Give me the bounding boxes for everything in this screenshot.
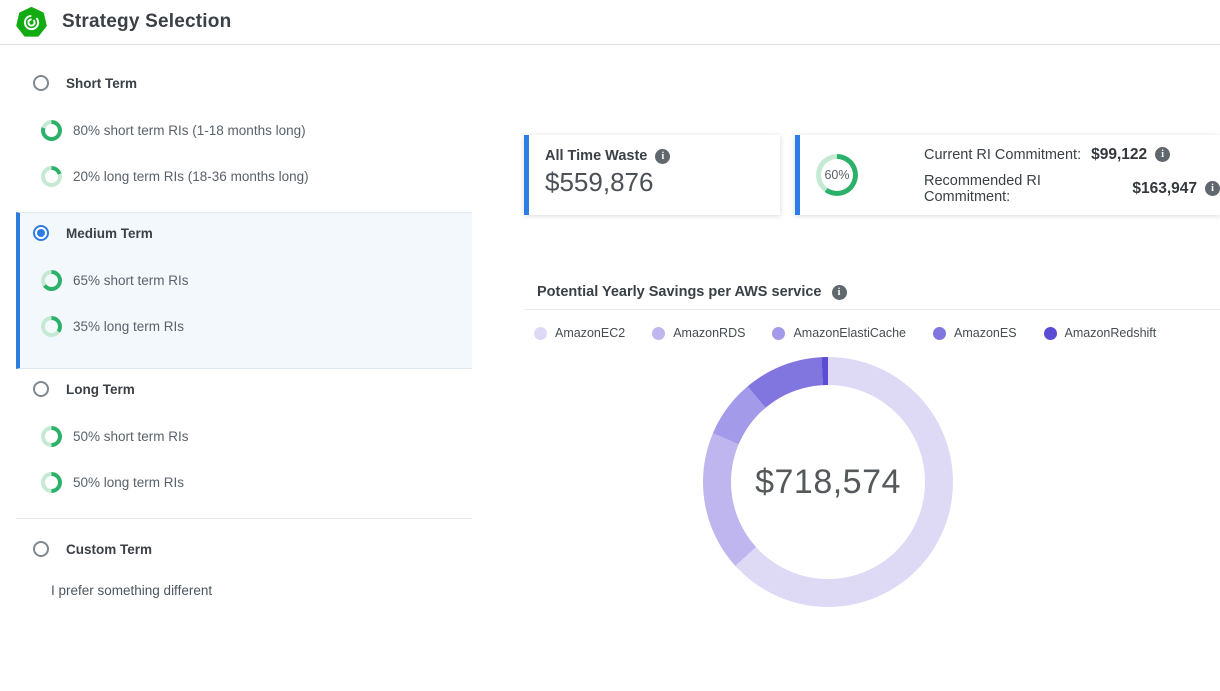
recommended-ri-commitment-row: Recommended RI Commitment: $163,947 i [924,173,1220,205]
legend-dot-icon [772,327,785,340]
legend-dot-icon [1044,327,1057,340]
savings-chart-section: Potential Yearly Savings per AWS service… [524,272,1220,607]
recommended-ri-commitment-value: $163,947 [1132,180,1197,198]
legend-item-amazones[interactable]: AmazonES [933,326,1017,340]
info-icon[interactable]: i [1205,181,1220,196]
info-icon[interactable]: i [655,149,670,164]
medium-term-sub-1-label: 65% short term RIs [73,273,189,288]
long-term-sub-2: 50% long term RIs [41,472,472,493]
progress-ring-20 [41,166,62,187]
long-term-sub-1-label: 50% short term RIs [73,429,189,444]
info-icon[interactable]: i [832,285,847,300]
option-medium-term-row[interactable]: Medium Term [20,213,472,245]
short-term-label: Short Term [66,76,137,91]
progress-ring-80 [41,120,62,141]
progress-ring-50b [41,472,62,493]
current-ri-commitment-row: Current RI Commitment: $99,122 i [924,146,1220,164]
recommended-ri-commitment-label: Recommended RI Commitment: [924,173,1122,205]
custom-term-radio[interactable] [33,541,49,557]
long-term-label: Long Term [66,382,135,397]
chart-legend: AmazonEC2 AmazonRDS AmazonElastiCache Am… [524,310,1220,340]
legend-label: AmazonRDS [673,326,745,340]
option-custom-term-row[interactable]: Custom Term [16,519,472,561]
info-icon[interactable]: i [1155,147,1170,162]
short-term-sub-1: 80% short term RIs (1-18 months long) [41,120,472,141]
option-short-term[interactable]: Short Term 80% short term RIs (1-18 mont… [16,63,472,187]
all-time-waste-label: All Time Waste [545,148,647,164]
legend-item-amazonrds[interactable]: AmazonRDS [652,326,745,340]
summary-cards: All Time Waste i $559,876 60% Current RI… [524,135,1220,215]
main-content: Short Term 80% short term RIs (1-18 mont… [0,45,1220,691]
legend-item-amazonelasticache[interactable]: AmazonElastiCache [772,326,906,340]
legend-label: AmazonElastiCache [793,326,906,340]
option-custom-term[interactable]: Custom Term I prefer something different [16,519,472,598]
medium-term-sub-2: 35% long term RIs [41,316,472,337]
legend-label: AmazonEC2 [555,326,625,340]
progress-ring-50a [41,426,62,447]
short-term-radio[interactable] [33,75,49,91]
commitment-ring-label: 60% [821,159,853,191]
legend-item-amazonredshift[interactable]: AmazonRedshift [1044,326,1157,340]
long-term-sub-1: 50% short term RIs [41,426,472,447]
short-term-sub-2-label: 20% long term RIs (18-36 months long) [73,169,309,184]
option-medium-term[interactable]: Medium Term 65% short term RIs 35% long … [16,212,472,369]
page-title: Strategy Selection [62,11,231,33]
savings-donut-chart[interactable]: $718,574 [703,357,953,607]
progress-ring-35 [41,316,62,337]
app-header: Strategy Selection [0,0,1220,45]
donut-hole: $718,574 [731,385,925,579]
medium-term-label: Medium Term [66,226,153,241]
ri-commitment-card: 60% Current RI Commitment: $99,122 i Rec… [795,135,1220,215]
option-short-term-row[interactable]: Short Term [16,63,472,95]
medium-term-sub-1: 65% short term RIs [41,270,472,291]
option-long-term[interactable]: Long Term 50% short term RIs 50% long te… [16,369,472,493]
option-long-term-row[interactable]: Long Term [16,369,472,401]
custom-term-note: I prefer something different [51,583,472,598]
current-ri-commitment-value: $99,122 [1091,146,1147,164]
long-term-sub-2-label: 50% long term RIs [73,475,184,490]
donut-center-total: $718,574 [755,463,901,502]
medium-term-sub-2-label: 35% long term RIs [73,319,184,334]
chart-title: Potential Yearly Savings per AWS service [537,284,822,300]
medium-term-radio[interactable] [33,225,49,241]
legend-dot-icon [933,327,946,340]
custom-term-label: Custom Term [66,542,152,557]
short-term-sub-1-label: 80% short term RIs (1-18 months long) [73,123,306,138]
strategy-options-list: Short Term 80% short term RIs (1-18 mont… [16,63,472,608]
legend-label: AmazonRedshift [1065,326,1157,340]
legend-dot-icon [652,327,665,340]
long-term-radio[interactable] [33,381,49,397]
all-time-waste-value: $559,876 [545,167,764,198]
legend-dot-icon [534,327,547,340]
legend-item-amazonec2[interactable]: AmazonEC2 [534,326,625,340]
progress-ring-65 [41,270,62,291]
app-logo-icon [16,7,47,38]
commitment-ring-60: 60% [816,154,858,196]
short-term-sub-2: 20% long term RIs (18-36 months long) [41,166,472,187]
legend-label: AmazonES [954,326,1017,340]
all-time-waste-card: All Time Waste i $559,876 [524,135,780,215]
current-ri-commitment-label: Current RI Commitment: [924,147,1081,163]
